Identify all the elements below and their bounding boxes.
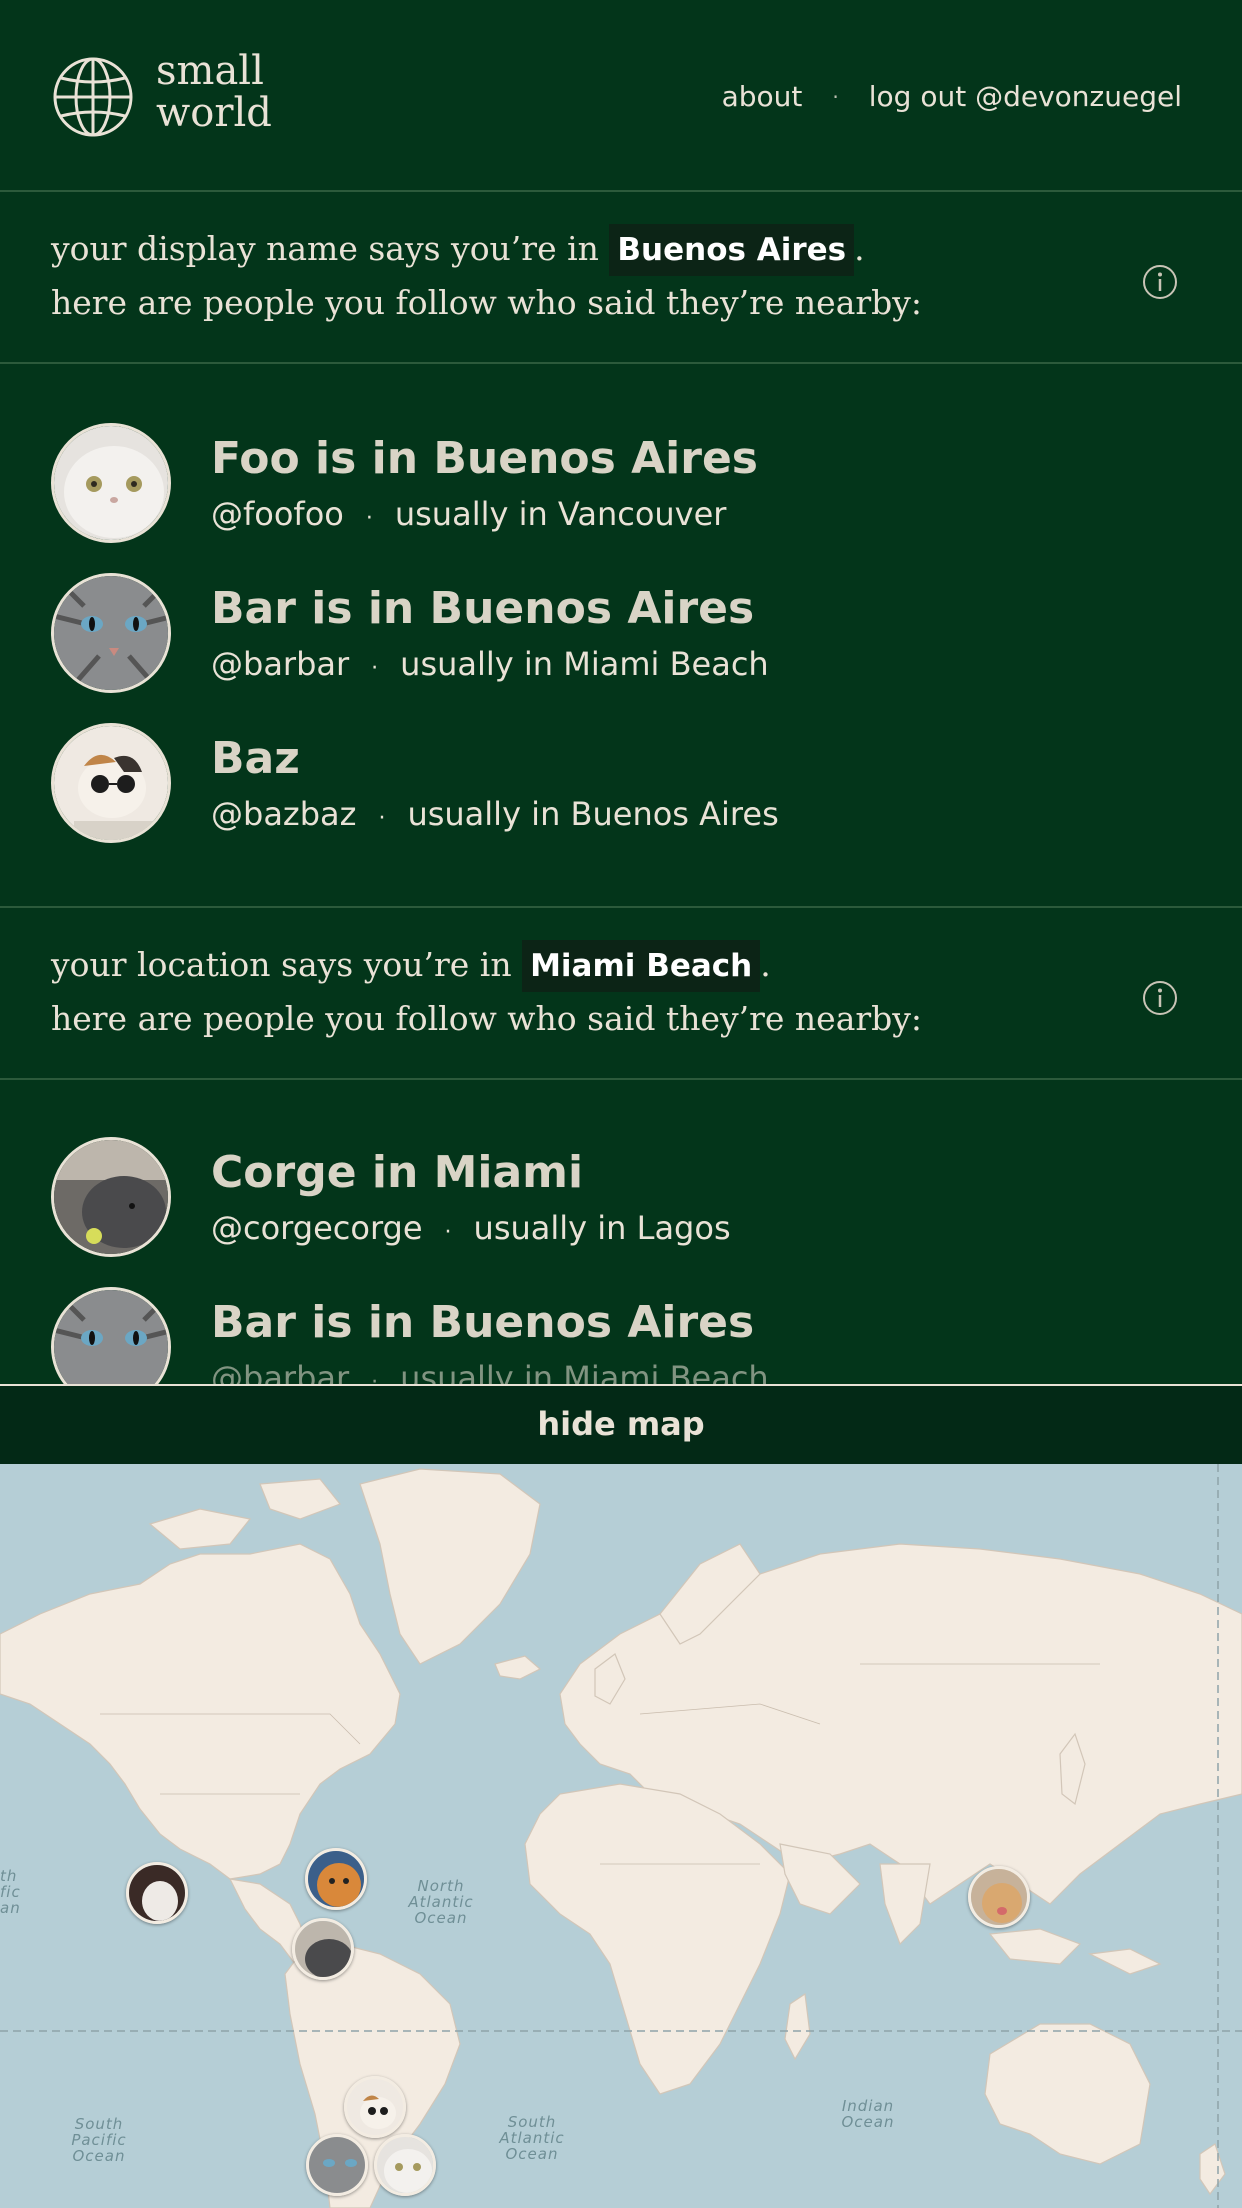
- location-line2: here are people you follow who said they…: [51, 999, 923, 1038]
- display-name-section-header: your display name says you’re in Buenos …: [0, 192, 1242, 364]
- avatar: [51, 423, 171, 543]
- map-pin-avatar[interactable]: [374, 2134, 436, 2196]
- globe-icon[interactable]: [52, 56, 134, 138]
- subtitle-separator: ·: [371, 1370, 379, 1384]
- gray-cat-avatar-image: [54, 1140, 168, 1254]
- subtitle-separator: ·: [365, 506, 373, 531]
- ocean-label-north-atlantic: North Atlantic Ocean: [408, 1877, 474, 1927]
- logo-line-1: small: [156, 48, 264, 94]
- info-icon[interactable]: [1142, 264, 1178, 300]
- person-subtitle: @barbar · usually in Miami Beach: [211, 1359, 769, 1384]
- person-usual-location: usually in Buenos Aires: [407, 795, 779, 833]
- map-pin-avatar[interactable]: [126, 1862, 188, 1924]
- person-subtitle: @foofoo · usually in Vancouver: [211, 495, 726, 533]
- person-handle[interactable]: @bazbaz: [211, 795, 356, 833]
- person-handle[interactable]: @foofoo: [211, 495, 344, 533]
- gray-tabby-avatar-image: [54, 1290, 168, 1384]
- map-pin-avatar[interactable]: [305, 1848, 367, 1910]
- person-usual-location: usually in Miami Beach: [400, 645, 769, 683]
- display-name-sentence: your display name says you’re in Buenos …: [51, 222, 922, 330]
- gray-tabby-avatar-image: [54, 576, 168, 690]
- subtitle-separator: ·: [444, 1220, 452, 1245]
- person-usual-location: usually in Vancouver: [394, 495, 727, 533]
- person-row[interactable]: Foo is in Buenos Aires @foofoo · usually i…: [0, 423, 1242, 553]
- display-location-badge: Buenos Aires: [609, 224, 855, 276]
- hide-map-button[interactable]: hide map: [0, 1384, 1242, 1464]
- display-line2: here are people you follow who said they…: [51, 283, 923, 322]
- top-nav: about · log out @devonzuegel: [722, 80, 1182, 113]
- person-row[interactable]: Bar is in Buenos Aires @barbar · usually i…: [0, 573, 1242, 703]
- subtitle-separator: ·: [378, 806, 386, 831]
- display-prefix: your display name says you’re in: [51, 229, 599, 268]
- logout-link[interactable]: log out @devonzuegel: [869, 80, 1182, 113]
- ocean-label-indian: Indian Ocean: [841, 2097, 895, 2131]
- person-title: Baz: [211, 733, 300, 784]
- map-pin-avatar[interactable]: [292, 1918, 354, 1980]
- ocean-label-south-pacific: South Pacific Ocean: [71, 2115, 127, 2165]
- person-row[interactable]: Bar is in Buenos Aires @barbar · usually i…: [0, 1287, 1242, 1384]
- location-sentence: your location says you’re in Miami Beach…: [51, 938, 922, 1046]
- white-cat-avatar-image: [54, 426, 168, 540]
- app-logo-text[interactable]: small world: [156, 50, 272, 134]
- person-row[interactable]: Corge in Miami @corgecorge · usually in La…: [0, 1137, 1242, 1267]
- person-subtitle: @barbar · usually in Miami Beach: [211, 645, 769, 683]
- ocean-label-south-atlantic: South Atlantic Ocean: [499, 2113, 565, 2163]
- person-handle[interactable]: @barbar: [211, 1359, 349, 1384]
- location-suffix: .: [760, 945, 771, 984]
- person-handle[interactable]: @barbar: [211, 645, 349, 683]
- person-handle[interactable]: @corgecorge: [211, 1209, 423, 1247]
- calico-sunglasses-avatar-image: [54, 726, 168, 840]
- person-usual-location: usually in Lagos: [473, 1209, 731, 1247]
- world-map-graphic: [0, 1464, 1242, 2208]
- person-usual-location: usually in Miami Beach: [400, 1359, 769, 1384]
- person-title: Corge in Miami: [211, 1147, 584, 1198]
- avatar: [51, 723, 171, 843]
- avatar: [51, 573, 171, 693]
- world-map[interactable]: North Atlantic Ocean South Atlantic Ocea…: [0, 1464, 1242, 2208]
- location-prefix: your location says you’re in: [51, 945, 512, 984]
- map-pin-avatar[interactable]: [968, 1866, 1030, 1928]
- map-pin-avatar[interactable]: [306, 2134, 368, 2196]
- ocean-label-left-edge: th fic an: [0, 1867, 21, 1917]
- location-badge: Miami Beach: [522, 940, 761, 992]
- person-title: Bar is in Buenos Aires: [211, 583, 755, 634]
- location-section-header: your location says you’re in Miami Beach…: [0, 908, 1242, 1080]
- person-title: Foo is in Buenos Aires: [211, 433, 758, 484]
- person-subtitle: @bazbaz · usually in Buenos Aires: [211, 795, 779, 833]
- subtitle-separator: ·: [371, 656, 379, 681]
- nav-separator: ·: [832, 84, 839, 109]
- map-pin-avatar[interactable]: [344, 2076, 406, 2138]
- avatar: [51, 1287, 171, 1384]
- display-suffix: .: [854, 229, 865, 268]
- logo-line-2: world: [156, 90, 272, 136]
- about-link[interactable]: about: [722, 80, 803, 113]
- header: small world about · log out @devonzuegel: [0, 0, 1242, 192]
- avatar: [51, 1137, 171, 1257]
- person-row[interactable]: Baz @bazbaz · usually in Buenos Aires: [0, 723, 1242, 853]
- person-subtitle: @corgecorge · usually in Lagos: [211, 1209, 731, 1247]
- person-title: Bar is in Buenos Aires: [211, 1297, 755, 1348]
- info-icon[interactable]: [1142, 980, 1178, 1016]
